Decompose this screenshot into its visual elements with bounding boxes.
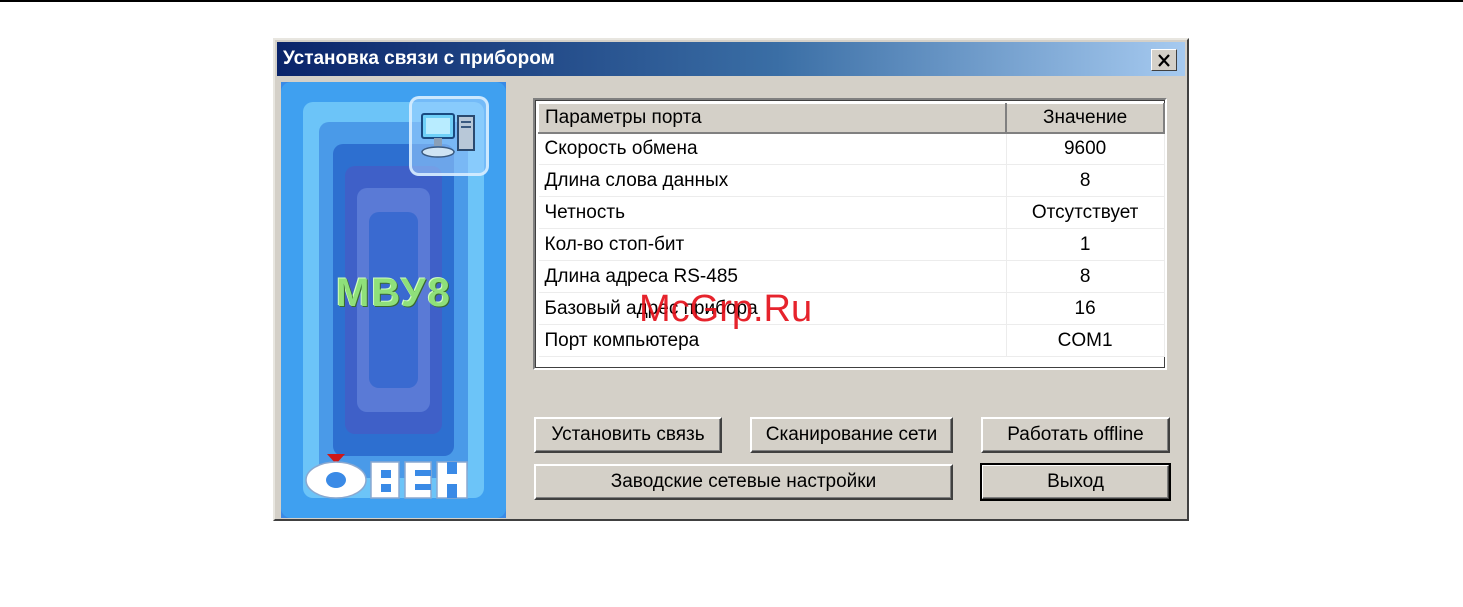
table-row[interactable]: Базовый адрес прибора 16 xyxy=(538,292,1165,325)
header-value[interactable]: Значение xyxy=(1005,103,1165,134)
side-banner: МВУ8 xyxy=(281,82,506,518)
table-row[interactable]: Скорость обмена 9600 xyxy=(538,132,1165,165)
table-row[interactable]: Длина адреса RS-485 8 xyxy=(538,260,1165,293)
table-row[interactable]: Кол-во стоп-бит 1 xyxy=(538,228,1165,261)
value-cell[interactable]: 8 xyxy=(1006,164,1165,197)
value-cell[interactable]: 9600 xyxy=(1006,132,1165,165)
close-icon xyxy=(1158,53,1170,67)
header-parameter[interactable]: Параметры порта xyxy=(538,103,1008,134)
value-cell[interactable]: 8 xyxy=(1006,260,1165,293)
table-row[interactable]: Четность Отсутствует xyxy=(538,196,1165,229)
value-cell[interactable]: 1 xyxy=(1006,228,1165,261)
product-logo: МВУ8 xyxy=(336,271,452,315)
scan-network-button[interactable]: Сканирование сети xyxy=(750,417,953,453)
window-title: Установка связи с прибором xyxy=(283,48,555,69)
computer-icon xyxy=(409,96,489,176)
port-parameters-table[interactable]: Параметры порта Значение Скорость обмена… xyxy=(533,98,1167,370)
connection-dialog: Установка связи с прибором МВУ8 Параметр… xyxy=(273,38,1189,521)
work-offline-button[interactable]: Работать offline xyxy=(981,417,1170,453)
param-cell: Скорость обмена xyxy=(538,132,1007,165)
value-cell[interactable]: 16 xyxy=(1006,292,1165,325)
param-cell: Четность xyxy=(538,196,1007,229)
param-cell: Кол-во стоп-бит xyxy=(538,228,1007,261)
top-rule xyxy=(0,0,1463,2)
factory-settings-button[interactable]: Заводские сетевые настройки xyxy=(534,464,953,500)
table-row[interactable]: Длина слова данных 8 xyxy=(538,164,1165,197)
value-cell[interactable]: COM1 xyxy=(1006,324,1165,357)
title-bar[interactable]: Установка связи с прибором xyxy=(277,42,1185,76)
param-cell: Длина слова данных xyxy=(538,164,1007,197)
table-row[interactable]: Порт компьютера COM1 xyxy=(538,324,1165,357)
value-cell[interactable]: Отсутствует xyxy=(1006,196,1165,229)
watermark: McGrp.Ru xyxy=(639,288,813,330)
close-button[interactable] xyxy=(1151,49,1177,71)
oven-logo xyxy=(305,454,468,499)
connect-button[interactable]: Установить связь xyxy=(534,417,722,453)
exit-button[interactable]: Выход xyxy=(980,463,1171,501)
